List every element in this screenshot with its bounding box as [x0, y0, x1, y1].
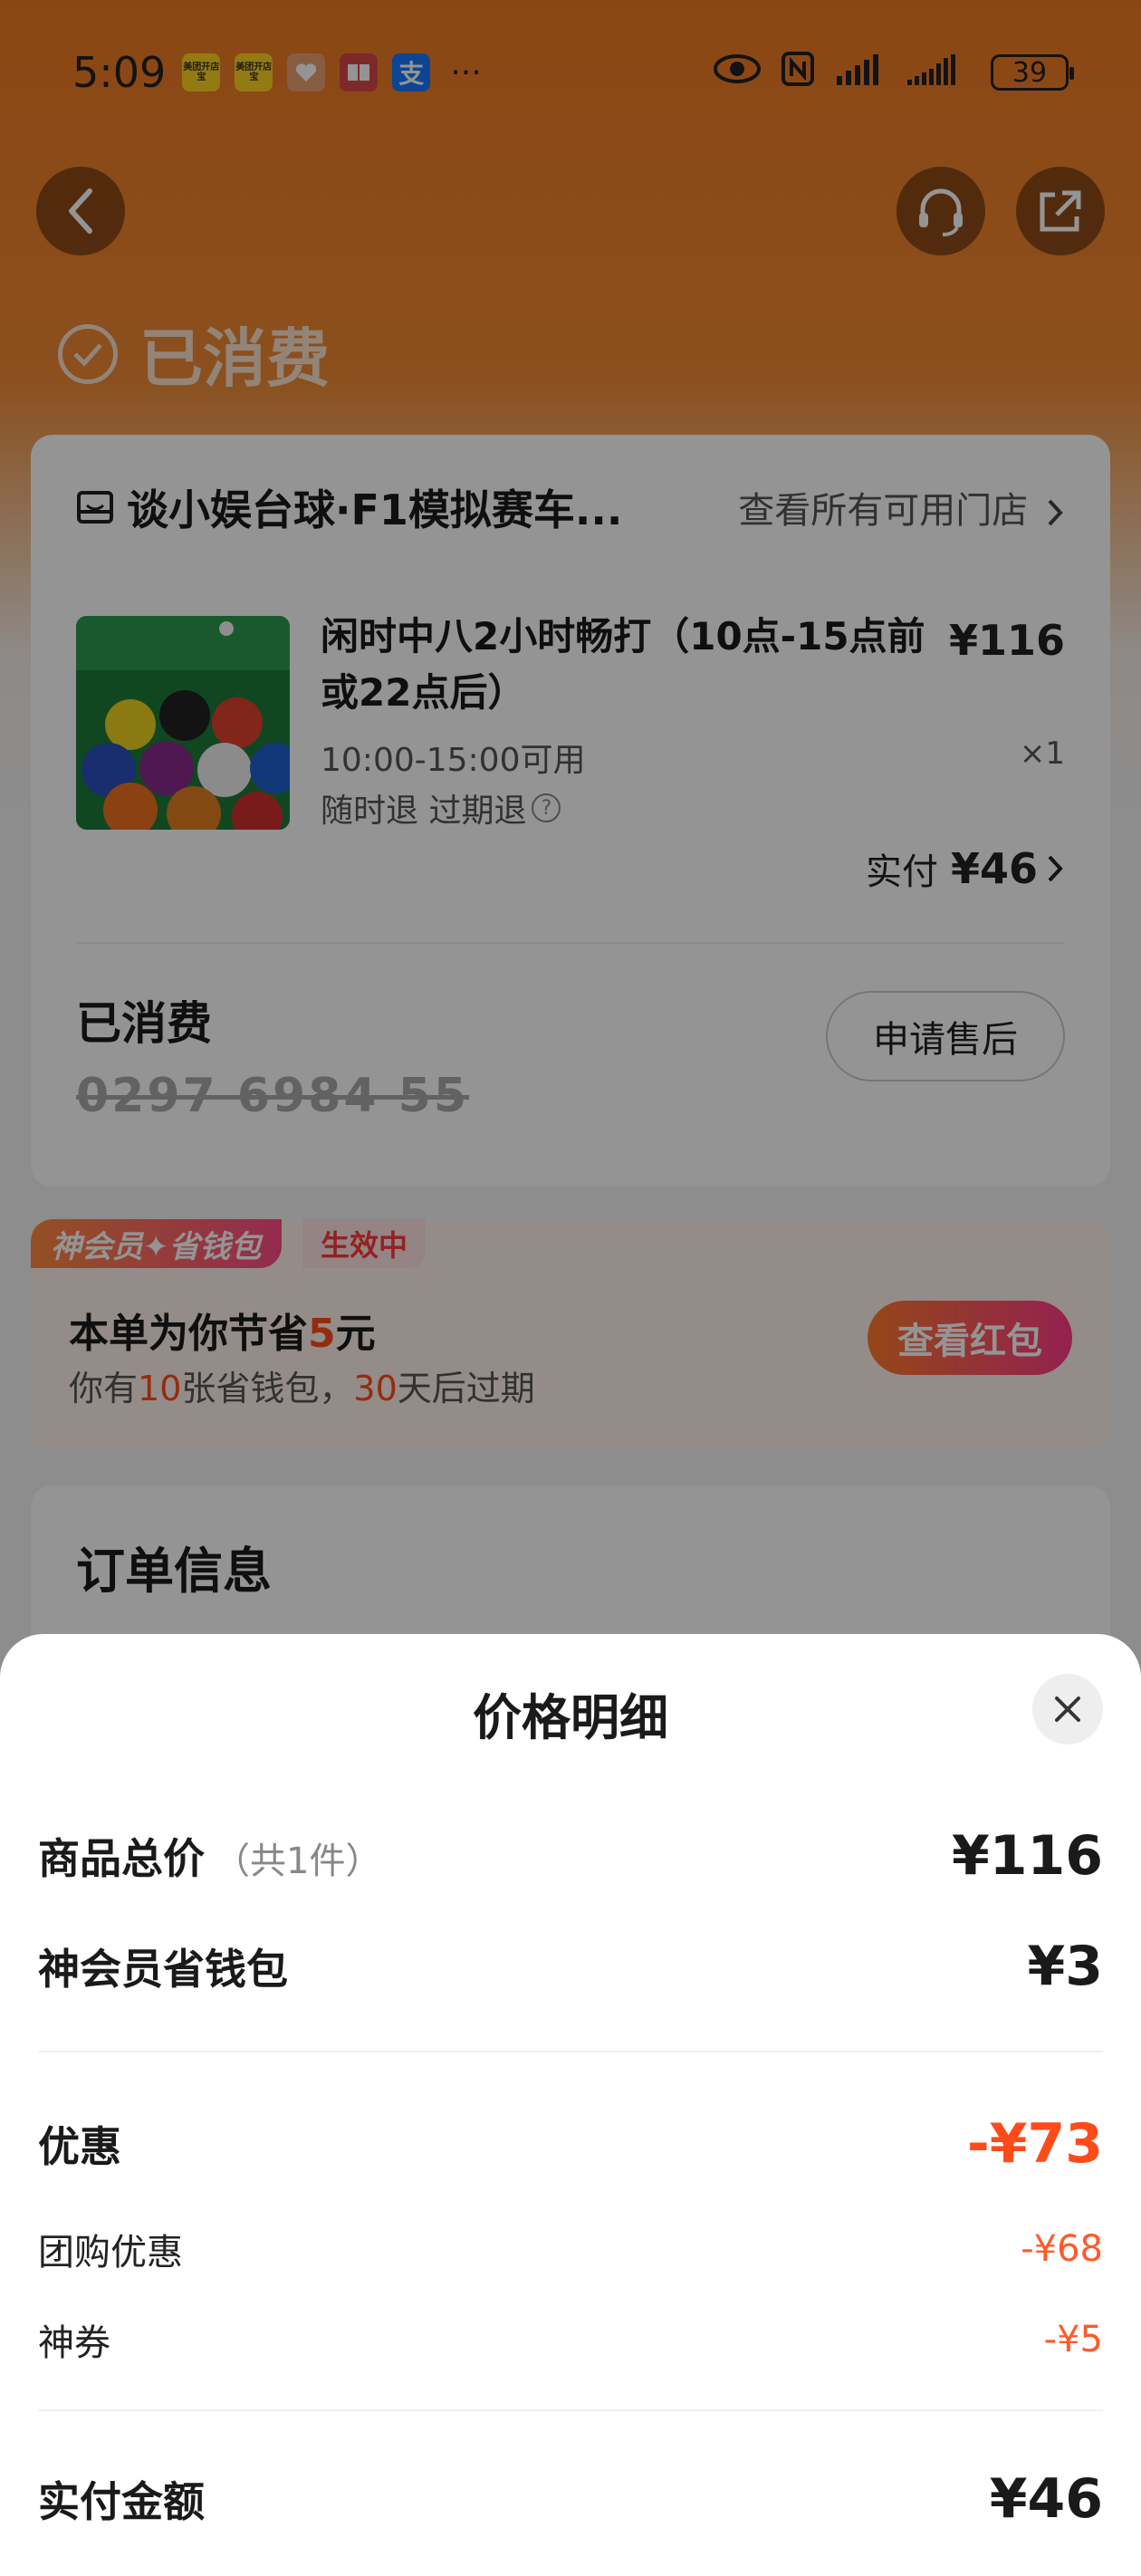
total-count: （共1件） [214, 1841, 382, 1882]
group-discount-label: 团购优惠 [38, 2232, 183, 2273]
group-discount-row: 团购优惠 -¥68 [38, 2223, 1103, 2275]
close-icon [1055, 1697, 1080, 1722]
price-detail-sheet: 价格明细 商品总价 （共1件） ¥116 神会员省钱包 ¥3 优惠 -¥73 团购… [0, 1634, 1141, 2576]
divider [38, 2409, 1103, 2411]
group-discount-value: -¥68 [1021, 2228, 1103, 2270]
total-price-row: 商品总价 （共1件） ¥116 [38, 1824, 1103, 1888]
total-price-value: ¥116 [952, 1824, 1103, 1888]
coupon-value: -¥5 [1043, 2319, 1103, 2360]
final-paid-row: 实付金额 ¥46 [38, 2467, 1103, 2531]
wallet-value: ¥3 [1027, 1935, 1104, 1998]
wallet-label: 神会员省钱包 [38, 1945, 288, 1994]
divider [38, 2051, 1103, 2052]
final-paid-value: ¥46 [989, 2467, 1103, 2531]
final-paid-label: 实付金额 [38, 2477, 205, 2526]
discount-label: 优惠 [38, 2122, 121, 2171]
coupon-row: 神券 -¥5 [38, 2313, 1103, 2366]
coupon-label: 神券 [38, 2322, 110, 2364]
total-price-label: 商品总价 [38, 1834, 205, 1883]
sheet-title: 价格明细 [473, 1689, 668, 1746]
discount-row: 优惠 -¥73 [38, 2112, 1103, 2176]
discount-value: -¥73 [966, 2112, 1103, 2176]
close-button[interactable] [1032, 1674, 1103, 1745]
wallet-row: 神会员省钱包 ¥3 [38, 1935, 1103, 1998]
